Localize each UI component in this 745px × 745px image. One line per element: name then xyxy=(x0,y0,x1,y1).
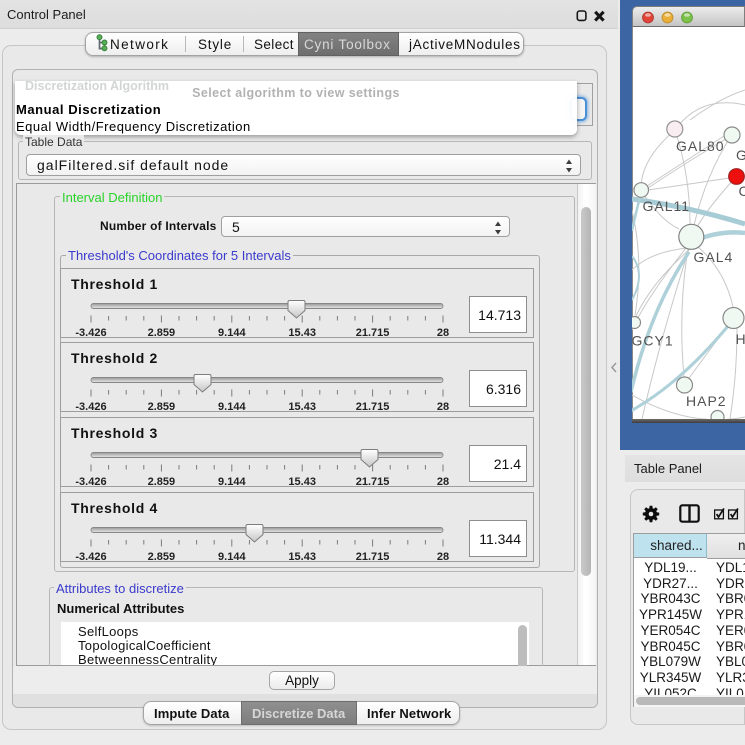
svg-text:-3.426: -3.426 xyxy=(75,327,106,338)
svg-text:15.43: 15.43 xyxy=(288,476,316,487)
svg-text:15.43: 15.43 xyxy=(288,327,316,338)
svg-text:21.715: 21.715 xyxy=(356,476,390,487)
svg-text:2.859: 2.859 xyxy=(148,327,176,338)
svg-text:28: 28 xyxy=(437,327,449,338)
svg-text:-3.426: -3.426 xyxy=(75,551,106,562)
svg-text:28: 28 xyxy=(437,401,449,412)
svg-text:21.715: 21.715 xyxy=(356,401,390,412)
svg-text:GAL80: GAL80 xyxy=(676,138,725,154)
svg-text:-3.426: -3.426 xyxy=(75,401,106,412)
svg-text:GAL4: GAL4 xyxy=(694,249,734,265)
svg-text:9.144: 9.144 xyxy=(218,327,246,338)
svg-text:GCY1: GCY1 xyxy=(632,333,674,349)
svg-text:2.859: 2.859 xyxy=(148,476,176,487)
svg-text:C: C xyxy=(739,183,745,199)
svg-text:9.144: 9.144 xyxy=(218,476,246,487)
svg-text:9.144: 9.144 xyxy=(218,551,246,562)
svg-text:21.715: 21.715 xyxy=(356,551,390,562)
svg-text:2.859: 2.859 xyxy=(148,551,176,562)
svg-text:2.859: 2.859 xyxy=(148,401,176,412)
svg-text:GAL11: GAL11 xyxy=(643,198,691,214)
svg-text:15.43: 15.43 xyxy=(288,551,316,562)
svg-text:H: H xyxy=(736,331,745,347)
svg-text:21.715: 21.715 xyxy=(356,327,390,338)
svg-text:28: 28 xyxy=(437,551,449,562)
svg-text:28: 28 xyxy=(437,476,449,487)
svg-text:GA: GA xyxy=(736,147,745,163)
svg-text:15.43: 15.43 xyxy=(288,401,316,412)
svg-text:-3.426: -3.426 xyxy=(75,476,106,487)
svg-text:HAP2: HAP2 xyxy=(686,393,727,409)
svg-text:9.144: 9.144 xyxy=(218,401,246,412)
